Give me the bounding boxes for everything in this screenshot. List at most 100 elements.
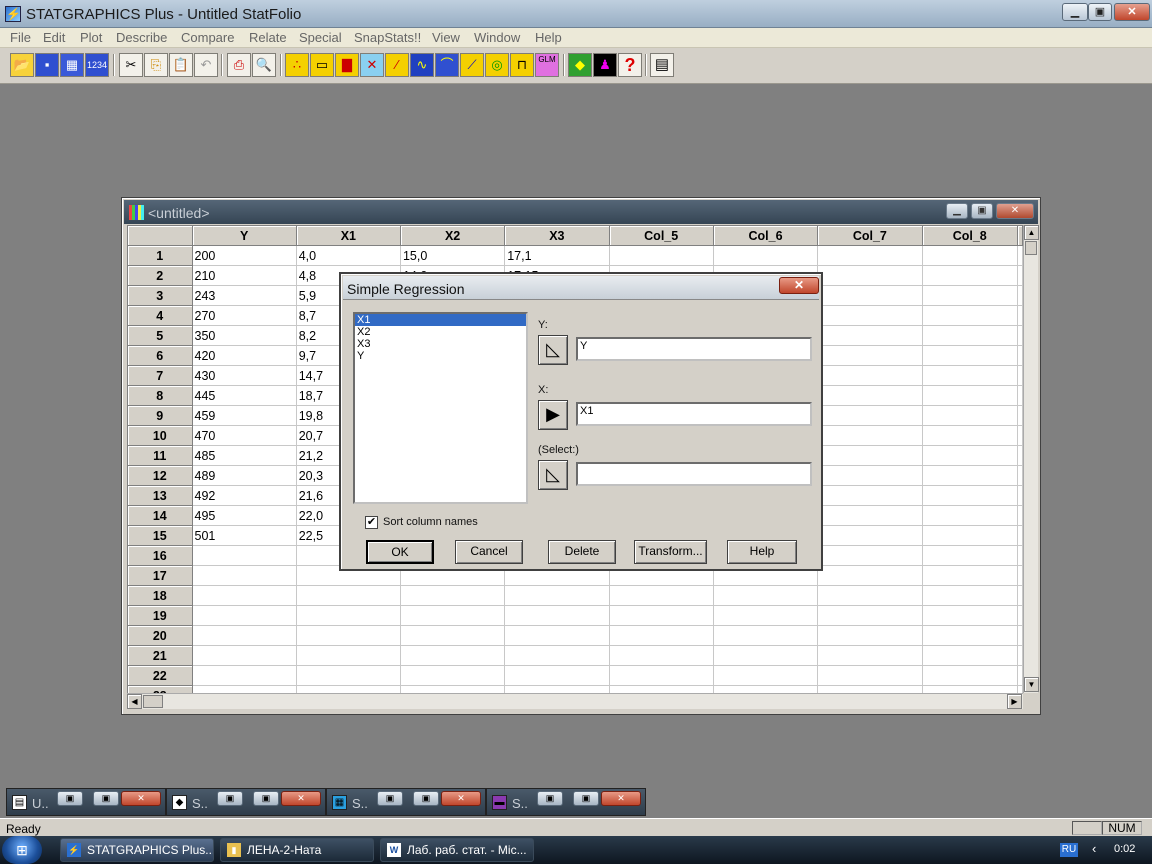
sort-column-names-checkbox[interactable]: ✔ [365, 516, 378, 529]
data-cell[interactable] [1017, 305, 1023, 326]
row-header[interactable]: 4 [127, 305, 193, 326]
data-cell[interactable] [817, 305, 923, 326]
data-cell[interactable] [817, 465, 923, 486]
scatterplot-icon[interactable]: ∴ [285, 53, 309, 77]
data-cell[interactable] [817, 365, 923, 386]
ok-button[interactable]: OK [366, 540, 434, 564]
data-cell[interactable]: 420 [192, 345, 297, 366]
data-cell[interactable] [922, 325, 1018, 346]
menu-view[interactable]: View [432, 30, 460, 45]
data-cell[interactable] [817, 505, 923, 526]
open-folder-icon[interactable]: 📂 [10, 53, 34, 77]
data-cell[interactable] [1017, 545, 1023, 566]
row-header[interactable]: 23 [127, 685, 193, 693]
data-cell[interactable] [192, 665, 297, 686]
vertical-scroll-thumb[interactable] [1025, 241, 1037, 255]
minimized-window[interactable]: ▬ S.. ▣ ▣ ✕ [486, 788, 646, 816]
data-cell[interactable] [1017, 565, 1023, 586]
row-header[interactable]: 21 [127, 645, 193, 666]
variable-list-item[interactable]: X1 [355, 314, 526, 326]
minimized-window[interactable]: ▤ U.. ▣ ▣ ✕ [6, 788, 166, 816]
select-field[interactable] [576, 462, 812, 486]
menu-window[interactable]: Window [474, 30, 520, 45]
distribution-icon[interactable]: ⌒ [435, 53, 459, 77]
data-cell[interactable]: 210 [192, 265, 297, 286]
data-cell[interactable]: 270 [192, 305, 297, 326]
maximize-button[interactable]: ▣ [253, 791, 279, 806]
column-header[interactable]: X2 [399, 225, 506, 246]
data-cell[interactable]: 470 [192, 425, 297, 446]
data-cell[interactable] [296, 585, 401, 606]
minimize-button[interactable]: ▁ [1062, 3, 1088, 21]
row-header[interactable]: 10 [127, 425, 193, 446]
maximize-button[interactable]: ▣ [413, 791, 439, 806]
data-cell[interactable] [817, 245, 923, 266]
row-header[interactable]: 20 [127, 625, 193, 646]
data-cell[interactable]: 489 [192, 465, 297, 486]
data-cell[interactable] [922, 625, 1018, 646]
menu-plot[interactable]: Plot [80, 30, 102, 45]
row-header[interactable]: 17 [127, 565, 193, 586]
data-cell[interactable] [922, 505, 1018, 526]
data-cell[interactable] [922, 385, 1018, 406]
data-cell[interactable]: 200 [192, 245, 297, 266]
data-cell[interactable] [922, 245, 1018, 266]
close-button[interactable]: ✕ [1114, 3, 1150, 21]
scroll-up-arrow-icon[interactable]: ▲ [1024, 225, 1039, 240]
data-cell[interactable] [713, 245, 819, 266]
data-cell[interactable] [922, 345, 1018, 366]
data-cell[interactable] [922, 605, 1018, 626]
close-button[interactable]: ✕ [121, 791, 161, 806]
data-cell[interactable] [817, 545, 923, 566]
restore-button[interactable]: ▣ [537, 791, 563, 806]
data-cell[interactable] [1017, 585, 1023, 606]
statwizard-icon[interactable]: ♟ [593, 53, 617, 77]
data-cell[interactable] [713, 645, 819, 666]
data-window-close-button[interactable]: ✕ [996, 203, 1034, 219]
maximize-button[interactable]: ▣ [573, 791, 599, 806]
print-icon[interactable]: ⎙ [227, 53, 251, 77]
vertical-scrollbar[interactable]: ▲ ▼ [1023, 225, 1039, 693]
data-cell[interactable] [713, 605, 819, 626]
crosstab-icon[interactable]: ✕ [360, 53, 384, 77]
data-cell[interactable] [1017, 665, 1023, 686]
row-header[interactable]: 11 [127, 445, 193, 466]
menu-describe[interactable]: Describe [116, 30, 167, 45]
y-field[interactable]: Y [576, 337, 812, 361]
column-header[interactable]: Y [191, 225, 297, 246]
help-question-icon[interactable]: ? [618, 53, 642, 77]
help-button[interactable]: Help [727, 540, 797, 564]
taskbar-item-folder[interactable]: ▮ ЛЕНА-2-Ната [220, 838, 374, 862]
print-preview-icon[interactable]: 🔍 [252, 53, 276, 77]
data-cell[interactable] [922, 485, 1018, 506]
close-button[interactable]: ✕ [441, 791, 481, 806]
data-cell[interactable] [817, 345, 923, 366]
data-cell[interactable]: 485 [192, 445, 297, 466]
row-header[interactable]: 3 [127, 285, 193, 306]
close-button[interactable]: ✕ [601, 791, 641, 806]
data-cell[interactable] [1017, 245, 1023, 266]
data-cell[interactable] [192, 685, 297, 693]
data-cell[interactable]: 4,0 [296, 245, 401, 266]
data-cell[interactable] [1017, 485, 1023, 506]
cut-icon[interactable]: ✂ [119, 53, 143, 77]
glm-icon[interactable]: GLM [535, 53, 559, 77]
data-cell[interactable] [817, 665, 923, 686]
data-cell[interactable] [1017, 505, 1023, 526]
data-cell[interactable] [400, 585, 506, 606]
data-cell[interactable] [817, 445, 923, 466]
menu-help[interactable]: Help [535, 30, 562, 45]
data-window-restore-button[interactable]: ▣ [971, 203, 993, 219]
data-cell[interactable] [1017, 285, 1023, 306]
horizontal-scroll-thumb[interactable] [143, 695, 163, 708]
y-select-arrow-button[interactable]: ◺ [538, 335, 568, 365]
row-header[interactable]: 16 [127, 545, 193, 566]
row-header[interactable]: 22 [127, 665, 193, 686]
corner-cell[interactable] [127, 225, 193, 246]
data-cell[interactable]: 17,1 [504, 245, 610, 266]
data-cell[interactable] [1017, 405, 1023, 426]
data-cell[interactable] [504, 645, 610, 666]
taskbar-item-statgraphics[interactable]: ⚡ STATGRAPHICS Plus... [60, 838, 214, 862]
data-cell[interactable] [817, 325, 923, 346]
data-cell[interactable]: 350 [192, 325, 297, 346]
